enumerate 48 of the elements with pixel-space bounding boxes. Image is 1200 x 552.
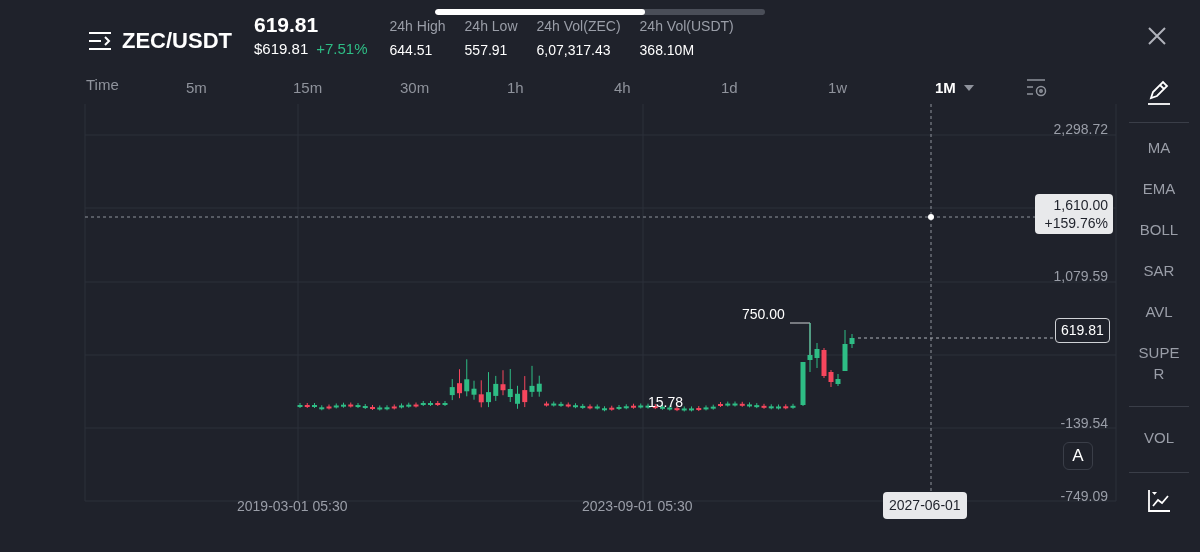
crosshair-change: +159.76% [1043, 214, 1108, 232]
crosshair-dot [928, 214, 934, 220]
menu-icon[interactable] [88, 30, 114, 51]
price-axis-label: -139.54 [1060, 414, 1108, 433]
usd-price: $619.81 [254, 39, 309, 59]
close-icon[interactable] [1148, 27, 1166, 45]
interval-tab[interactable]: 15m [293, 76, 400, 100]
indicator-button[interactable]: SAR [1137, 260, 1181, 281]
interval-tab[interactable]: 30m [400, 76, 507, 100]
interval-tab[interactable]: 1w [828, 76, 935, 100]
stat-value: 368.10M [639, 41, 696, 60]
line-chart-icon[interactable] [1147, 488, 1171, 513]
stat-value: 644.51 [389, 41, 434, 60]
time-axis-label: 2019-03-01 05:30 [237, 497, 348, 516]
pair-title[interactable]: ZEC/USDT [122, 24, 232, 57]
crosshair-price: 1,610.00 [1052, 196, 1108, 214]
indicator-button[interactable]: MA [1137, 137, 1181, 158]
interval-tab[interactable]: 5m [186, 76, 293, 100]
indicator-button[interactable]: VOL [1144, 427, 1174, 450]
last-price-tag: 619.81 [1055, 318, 1110, 343]
interval-tab[interactable]: 1d [721, 76, 828, 100]
time-axis-label: 2023-09-01 05:30 [582, 497, 693, 516]
indicator-button[interactable]: AVL [1137, 301, 1181, 322]
time-label: Time [86, 74, 120, 95]
price-change: +7.51% [316, 39, 368, 59]
price-axis-label: 2,298.72 [1053, 120, 1108, 139]
interval-tab[interactable]: 1h [507, 76, 614, 100]
caret-icon [963, 85, 974, 91]
indicator-button[interactable]: BOLL [1137, 219, 1181, 240]
indicator-button[interactable]: EMA [1137, 178, 1181, 199]
crosshair-date: 2027-06-01 [883, 492, 967, 519]
stat-label: 24h Vol(ZEC) [536, 17, 621, 36]
auto-scale-button[interactable]: A [1063, 442, 1093, 470]
high-price-label: 750.00 [742, 305, 785, 324]
price-axis-label: 1,079.59 [1053, 267, 1108, 286]
price-axis-label: -749.09 [1060, 487, 1108, 506]
stat-value: 557.91 [464, 41, 509, 60]
last-price: 619.81 [254, 12, 320, 38]
stat-label: 24h Vol(USDT) [639, 17, 734, 36]
interval-tab[interactable]: 1M [935, 76, 1042, 100]
indicator-button[interactable]: SUPER [1137, 342, 1181, 384]
low-price-label: 15.78 [648, 393, 684, 412]
chart-settings-icon[interactable] [1026, 78, 1048, 98]
stat-label: 24h High [389, 17, 446, 36]
stat-label: 24h Low [464, 17, 518, 36]
draw-pencil-icon[interactable] [1147, 80, 1171, 106]
interval-tab[interactable]: 4h [614, 76, 721, 100]
stat-value: 6,07,317.43 [536, 41, 612, 60]
